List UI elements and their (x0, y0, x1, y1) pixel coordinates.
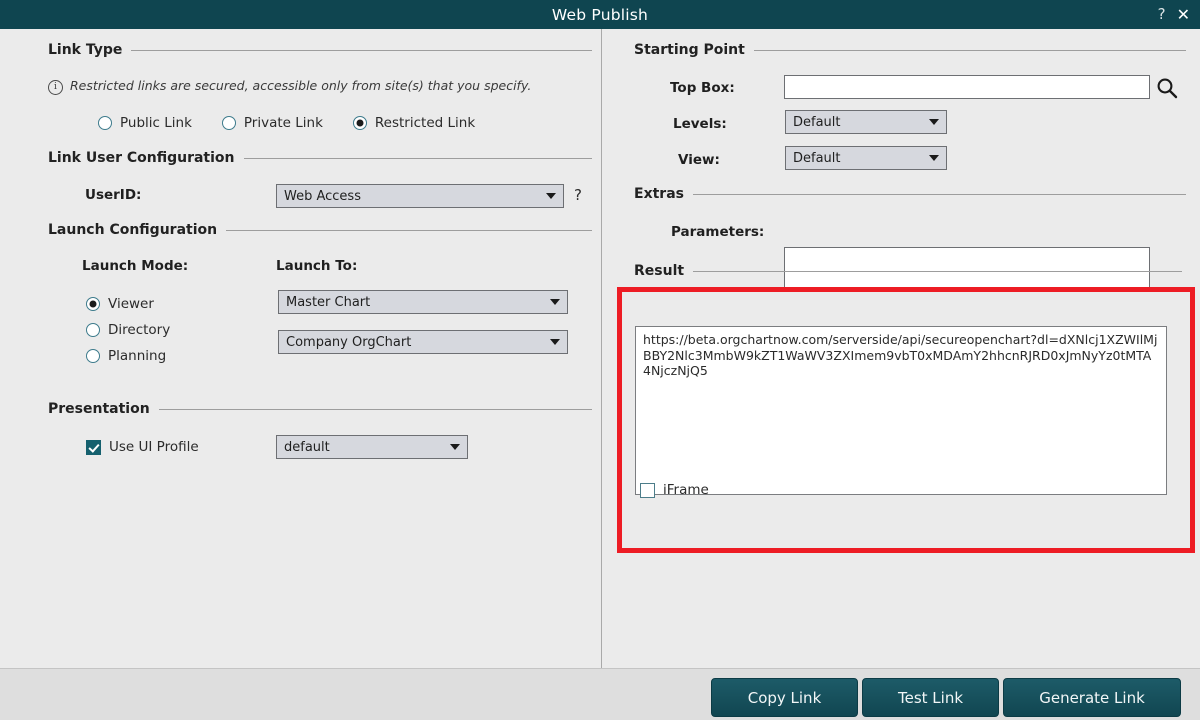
radio-directory-indicator[interactable] (86, 323, 100, 337)
view-value: Default (793, 150, 841, 166)
result-header: Result (634, 263, 1182, 279)
section-rule (243, 157, 592, 159)
radio-private-link-indicator[interactable] (221, 116, 236, 130)
section-rule (226, 229, 592, 231)
launch-config-title: Launch Configuration (48, 222, 218, 238)
launch-to-chart-value: Master Chart (286, 294, 371, 310)
dialog-body: Link Type i Restricted links are secured… (0, 29, 1200, 668)
extras-header: Extras (634, 186, 1186, 202)
iframe-label: iFrame (663, 482, 709, 498)
top-box-label: Top Box: (670, 80, 735, 96)
dialog-footer: Copy Link Test Link Generate Link (0, 668, 1200, 720)
link-user-config-header: Link User Configuration (48, 150, 592, 166)
test-link-button[interactable]: Test Link (862, 678, 999, 717)
section-rule (753, 49, 1186, 51)
result-url-textarea[interactable]: https://beta.orgchartnow.com/serverside/… (635, 326, 1167, 495)
starting-point-header: Starting Point (634, 42, 1186, 58)
radio-private-link[interactable]: Private Link (221, 115, 323, 131)
link-type-header: Link Type (48, 42, 592, 58)
parameters-label: Parameters: (671, 224, 765, 240)
radio-planning[interactable]: Planning (86, 348, 170, 364)
chevron-down-icon (929, 119, 939, 125)
radio-restricted-link-indicator[interactable] (352, 116, 367, 130)
section-result: Result (634, 263, 1182, 279)
launch-config-header: Launch Configuration (48, 222, 592, 238)
radio-restricted-link[interactable]: Restricted Link (352, 115, 476, 131)
starting-point-title: Starting Point (634, 42, 745, 58)
radio-viewer-label: Viewer (108, 296, 154, 312)
link-type-note: i Restricted links are secured, accessib… (48, 78, 568, 95)
section-rule (693, 270, 1182, 272)
radio-viewer[interactable]: Viewer (86, 296, 170, 312)
radio-planning-label: Planning (108, 348, 167, 364)
radio-planning-indicator[interactable] (86, 349, 100, 363)
section-link-user-config: Link User Configuration (48, 150, 592, 166)
view-select[interactable]: Default (785, 146, 947, 170)
generate-link-button[interactable]: Generate Link (1003, 678, 1181, 717)
launch-to-label: Launch To: (276, 258, 358, 274)
presentation-header: Presentation (48, 401, 592, 417)
iframe-checkbox-row[interactable]: iFrame (640, 482, 709, 498)
section-link-type: Link Type (48, 42, 592, 58)
info-icon: i (48, 80, 63, 95)
ui-profile-value: default (284, 439, 330, 455)
link-type-title: Link Type (48, 42, 123, 58)
chevron-down-icon (550, 339, 560, 345)
section-rule (158, 408, 592, 410)
copy-link-button[interactable]: Copy Link (711, 678, 858, 717)
chevron-down-icon (546, 193, 556, 199)
ui-profile-select[interactable]: default (276, 435, 468, 459)
chevron-down-icon (550, 299, 560, 305)
section-starting-point: Starting Point (634, 42, 1186, 58)
userid-help-icon[interactable]: ? (574, 186, 582, 204)
levels-value: Default (793, 114, 841, 130)
window-titlebar: Web Publish ? ✕ (0, 0, 1200, 29)
presentation-title: Presentation (48, 401, 150, 417)
use-ui-profile-checkbox-row[interactable]: Use UI Profile (86, 439, 199, 455)
iframe-checkbox[interactable] (640, 482, 655, 498)
radio-viewer-indicator[interactable] (86, 297, 100, 311)
use-ui-profile-checkbox[interactable] (86, 439, 101, 455)
extras-title: Extras (634, 186, 684, 202)
levels-label: Levels: (673, 116, 727, 132)
launch-to-target-value: Company OrgChart (286, 334, 412, 350)
launch-to-chart-select[interactable]: Master Chart (278, 290, 568, 314)
radio-private-link-label: Private Link (243, 115, 323, 131)
userid-select[interactable]: Web Access (276, 184, 564, 208)
section-rule (692, 193, 1186, 195)
link-user-config-title: Link User Configuration (48, 150, 235, 166)
result-title: Result (634, 263, 685, 279)
launch-mode-label: Launch Mode: (82, 258, 189, 274)
help-icon[interactable]: ? (1158, 7, 1166, 22)
section-launch-config: Launch Configuration (48, 222, 592, 238)
launch-mode-radio-group: Viewer Directory Planning (86, 296, 170, 364)
top-box-input[interactable] (784, 75, 1150, 99)
radio-public-link[interactable]: Public Link (98, 115, 192, 131)
levels-select[interactable]: Default (785, 110, 947, 134)
userid-label: UserID: (85, 187, 142, 203)
section-presentation: Presentation (48, 401, 592, 417)
radio-directory[interactable]: Directory (86, 322, 170, 338)
close-icon[interactable]: ✕ (1177, 6, 1190, 23)
chevron-down-icon (929, 155, 939, 161)
section-extras: Extras (634, 186, 1186, 202)
use-ui-profile-label: Use UI Profile (109, 439, 199, 455)
radio-public-link-indicator[interactable] (98, 116, 112, 130)
chevron-down-icon (450, 444, 460, 450)
search-icon[interactable] (1155, 76, 1179, 104)
radio-public-link-label: Public Link (120, 115, 192, 131)
userid-select-value: Web Access (284, 188, 361, 204)
launch-to-target-select[interactable]: Company OrgChart (278, 330, 568, 354)
radio-directory-label: Directory (108, 322, 171, 338)
radio-restricted-link-label: Restricted Link (374, 115, 476, 131)
link-type-radio-group: Public Link Private Link Restricted Link (98, 115, 475, 131)
titlebar-actions: ? ✕ (1158, 0, 1190, 29)
section-rule (131, 49, 592, 51)
view-label: View: (678, 152, 720, 168)
link-type-note-text: Restricted links are secured, accessible… (70, 78, 532, 93)
window-title: Web Publish (551, 5, 649, 24)
column-divider (601, 29, 602, 668)
